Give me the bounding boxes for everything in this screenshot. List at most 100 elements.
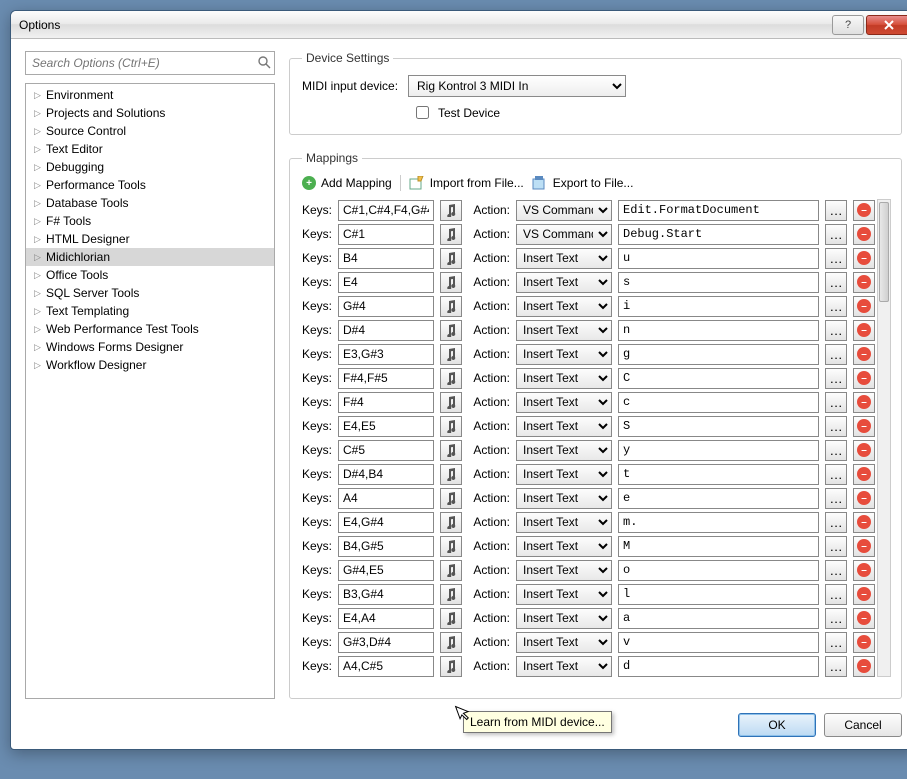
action-value-input[interactable] <box>618 512 819 533</box>
keys-input[interactable] <box>338 656 434 677</box>
learn-note-button[interactable] <box>440 584 462 605</box>
action-value-input[interactable] <box>618 224 819 245</box>
tree-item-f-tools[interactable]: ▷F# Tools <box>26 212 274 230</box>
action-type-select[interactable]: VS CommandInsert Text <box>516 632 612 653</box>
tree-item-text-editor[interactable]: ▷Text Editor <box>26 140 274 158</box>
learn-note-button[interactable] <box>440 560 462 581</box>
delete-mapping-button[interactable]: – <box>853 320 875 341</box>
browse-action-button[interactable]: … <box>825 392 847 413</box>
keys-input[interactable] <box>338 392 434 413</box>
browse-action-button[interactable]: … <box>825 368 847 389</box>
browse-action-button[interactable]: … <box>825 656 847 677</box>
keys-input[interactable] <box>338 272 434 293</box>
action-value-input[interactable] <box>618 440 819 461</box>
browse-action-button[interactable]: … <box>825 224 847 245</box>
learn-note-button[interactable] <box>440 224 462 245</box>
action-value-input[interactable] <box>618 560 819 581</box>
keys-input[interactable] <box>338 224 434 245</box>
test-device-checkbox[interactable] <box>416 106 429 119</box>
action-value-input[interactable] <box>618 200 819 221</box>
options-tree[interactable]: ▷Environment▷Projects and Solutions▷Sour… <box>25 83 275 699</box>
action-type-select[interactable]: VS CommandInsert Text <box>516 296 612 317</box>
tree-item-debugging[interactable]: ▷Debugging <box>26 158 274 176</box>
scroll-thumb[interactable] <box>879 202 889 302</box>
action-type-select[interactable]: VS CommandInsert Text <box>516 584 612 605</box>
action-value-input[interactable] <box>618 488 819 509</box>
browse-action-button[interactable]: … <box>825 416 847 437</box>
browse-action-button[interactable]: … <box>825 584 847 605</box>
tree-item-web-performance-test-tools[interactable]: ▷Web Performance Test Tools <box>26 320 274 338</box>
keys-input[interactable] <box>338 416 434 437</box>
tree-item-performance-tools[interactable]: ▷Performance Tools <box>26 176 274 194</box>
tree-item-midichlorian[interactable]: ▷Midichlorian <box>26 248 274 266</box>
delete-mapping-button[interactable]: – <box>853 632 875 653</box>
keys-input[interactable] <box>338 488 434 509</box>
action-value-input[interactable] <box>618 296 819 317</box>
browse-action-button[interactable]: … <box>825 536 847 557</box>
tree-item-html-designer[interactable]: ▷HTML Designer <box>26 230 274 248</box>
browse-action-button[interactable]: … <box>825 272 847 293</box>
action-value-input[interactable] <box>618 584 819 605</box>
delete-mapping-button[interactable]: – <box>853 584 875 605</box>
action-value-input[interactable] <box>618 248 819 269</box>
keys-input[interactable] <box>338 464 434 485</box>
delete-mapping-button[interactable]: – <box>853 344 875 365</box>
action-type-select[interactable]: VS CommandInsert Text <box>516 200 612 221</box>
action-value-input[interactable] <box>618 464 819 485</box>
scrollbar[interactable] <box>877 199 891 677</box>
keys-input[interactable] <box>338 200 434 221</box>
action-type-select[interactable]: VS CommandInsert Text <box>516 440 612 461</box>
export-button[interactable]: Export to File... <box>532 176 634 190</box>
midi-input-select[interactable]: Rig Kontrol 3 MIDI In <box>408 75 626 97</box>
keys-input[interactable] <box>338 320 434 341</box>
action-value-input[interactable] <box>618 632 819 653</box>
learn-note-button[interactable] <box>440 320 462 341</box>
tree-item-sql-server-tools[interactable]: ▷SQL Server Tools <box>26 284 274 302</box>
delete-mapping-button[interactable]: – <box>853 488 875 509</box>
learn-note-button[interactable] <box>440 392 462 413</box>
tree-item-workflow-designer[interactable]: ▷Workflow Designer <box>26 356 274 374</box>
browse-action-button[interactable]: … <box>825 488 847 509</box>
action-type-select[interactable]: VS CommandInsert Text <box>516 224 612 245</box>
action-value-input[interactable] <box>618 392 819 413</box>
action-type-select[interactable]: VS CommandInsert Text <box>516 512 612 533</box>
learn-note-button[interactable] <box>440 272 462 293</box>
browse-action-button[interactable]: … <box>825 440 847 461</box>
delete-mapping-button[interactable]: – <box>853 560 875 581</box>
keys-input[interactable] <box>338 584 434 605</box>
delete-mapping-button[interactable]: – <box>853 464 875 485</box>
close-button[interactable] <box>866 15 907 35</box>
keys-input[interactable] <box>338 248 434 269</box>
learn-note-button[interactable] <box>440 512 462 533</box>
action-value-input[interactable] <box>618 368 819 389</box>
action-type-select[interactable]: VS CommandInsert Text <box>516 608 612 629</box>
delete-mapping-button[interactable]: – <box>853 368 875 389</box>
learn-note-button[interactable] <box>440 488 462 509</box>
keys-input[interactable] <box>338 608 434 629</box>
action-type-select[interactable]: VS CommandInsert Text <box>516 320 612 341</box>
delete-mapping-button[interactable]: – <box>853 536 875 557</box>
tree-item-environment[interactable]: ▷Environment <box>26 86 274 104</box>
browse-action-button[interactable]: … <box>825 296 847 317</box>
browse-action-button[interactable]: … <box>825 512 847 533</box>
search-input[interactable] <box>25 51 275 75</box>
learn-note-button[interactable] <box>440 608 462 629</box>
action-type-select[interactable]: VS CommandInsert Text <box>516 488 612 509</box>
action-type-select[interactable]: VS CommandInsert Text <box>516 272 612 293</box>
browse-action-button[interactable]: … <box>825 344 847 365</box>
keys-input[interactable] <box>338 632 434 653</box>
learn-note-button[interactable] <box>440 464 462 485</box>
action-type-select[interactable]: VS CommandInsert Text <box>516 344 612 365</box>
keys-input[interactable] <box>338 560 434 581</box>
keys-input[interactable] <box>338 368 434 389</box>
delete-mapping-button[interactable]: – <box>853 416 875 437</box>
action-type-select[interactable]: VS CommandInsert Text <box>516 416 612 437</box>
action-value-input[interactable] <box>618 320 819 341</box>
tree-item-database-tools[interactable]: ▷Database Tools <box>26 194 274 212</box>
tree-item-office-tools[interactable]: ▷Office Tools <box>26 266 274 284</box>
tree-item-windows-forms-designer[interactable]: ▷Windows Forms Designer <box>26 338 274 356</box>
action-value-input[interactable] <box>618 272 819 293</box>
delete-mapping-button[interactable]: – <box>853 656 875 677</box>
add-mapping-button[interactable]: + Add Mapping <box>302 176 392 190</box>
learn-note-button[interactable] <box>440 296 462 317</box>
